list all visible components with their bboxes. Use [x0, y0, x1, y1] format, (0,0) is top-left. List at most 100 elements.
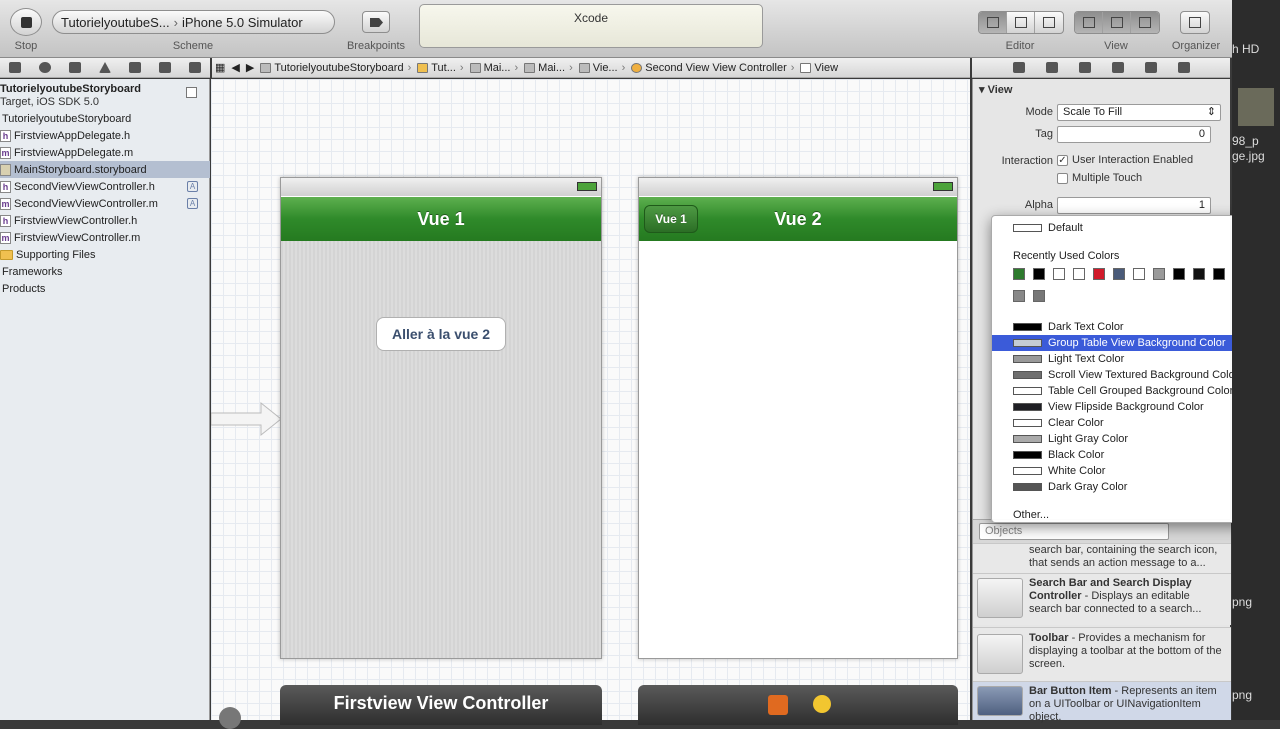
navigation-bar[interactable]: Vue 1	[281, 197, 601, 241]
jump-crumb[interactable]: Second View View Controller ›	[628, 62, 797, 74]
library-item[interactable]: Bar Button Item - Represents an item on …	[973, 681, 1231, 723]
related-files-icon[interactable]: ▦	[212, 61, 228, 74]
toggle-debug-button[interactable]	[1103, 12, 1131, 33]
file-row[interactable]: h FirstviewAppDelegate.h	[0, 127, 210, 144]
file-row[interactable]: h FirstviewViewController.h	[0, 212, 210, 229]
stop-button[interactable]	[10, 8, 42, 36]
image-file-icon[interactable]	[1238, 88, 1274, 126]
group-row[interactable]: Products	[0, 280, 210, 297]
file-row[interactable]: MainStoryboard.storyboard	[0, 161, 210, 178]
version-editor-button[interactable]	[1035, 12, 1063, 33]
scheme-popup[interactable]: TutorielyoutubeS... › iPhone 5.0 Simulat…	[52, 10, 335, 34]
file-row[interactable]: m FirstviewViewController.m	[0, 229, 210, 246]
first-responder-icon[interactable]	[768, 695, 788, 715]
file-row[interactable]: h SecondViewViewController.h A	[0, 178, 210, 195]
recent-color-swatch[interactable]	[1013, 268, 1025, 280]
jump-crumb[interactable]: TutorielyoutubeStoryboard ›	[257, 62, 414, 74]
breakpoints-button[interactable]	[362, 11, 390, 33]
storyboard-canvas[interactable]: Vue 1 Aller à la vue 2 Firstview View Co…	[211, 79, 970, 729]
assistant-editor-button[interactable]	[1007, 12, 1035, 33]
scene-second-view[interactable]: Vue 1 Vue 2	[638, 177, 958, 659]
log-navigator-icon[interactable]	[189, 62, 201, 73]
recent-color-swatch[interactable]	[1053, 268, 1065, 280]
mode-select[interactable]: Scale To Fill ⇕	[1057, 104, 1221, 121]
inspector-section-header[interactable]: ▾ View	[979, 83, 1012, 96]
back-arrow-icon[interactable]: ◀	[228, 61, 242, 74]
tag-field[interactable]: 0	[1057, 126, 1211, 143]
battery-icon	[577, 182, 597, 191]
file-name: SecondViewViewController.m	[14, 197, 158, 210]
recent-color-swatch[interactable]	[1173, 268, 1185, 280]
color-swatch	[1013, 403, 1042, 411]
attributes-inspector-icon[interactable]	[1111, 62, 1124, 73]
view-controller-icon[interactable]	[813, 695, 831, 713]
jump-crumb-label: View	[814, 61, 839, 74]
quick-help-icon[interactable]	[1045, 62, 1058, 73]
identity-inspector-icon[interactable]	[1078, 62, 1091, 73]
issue-navigator-icon[interactable]	[99, 62, 111, 73]
group-row[interactable]: TutorielyoutubeStoryboard	[0, 110, 210, 127]
recent-color-swatch[interactable]	[1073, 268, 1085, 280]
group-row[interactable]: Frameworks	[0, 263, 210, 280]
file-name: FirstviewViewController.m	[14, 231, 141, 244]
symbol-navigator-icon[interactable]	[39, 62, 51, 73]
alpha-field[interactable]: 1	[1057, 197, 1211, 214]
recent-color-swatch[interactable]	[1033, 290, 1045, 302]
breakpoint-navigator-icon[interactable]	[159, 62, 171, 73]
toggle-navigator-button[interactable]	[1075, 12, 1103, 33]
library-filter-select[interactable]: Objects	[979, 523, 1169, 540]
scene-first-view[interactable]: Vue 1 Aller à la vue 2	[280, 177, 602, 659]
library-item[interactable]: Toolbar - Provides a mechanism for displ…	[973, 627, 1231, 681]
jump-crumb[interactable]: Vie... ›	[576, 62, 629, 74]
search-navigator-icon[interactable]	[69, 62, 81, 73]
jump-crumb[interactable]: View	[797, 62, 841, 74]
navigation-bar[interactable]: Vue 1 Vue 2	[639, 197, 957, 241]
connections-inspector-icon[interactable]	[1177, 62, 1190, 73]
desktop-icon-label[interactable]: h HD	[1232, 42, 1259, 56]
desktop-icon-label[interactable]: 98_p	[1232, 134, 1259, 148]
user-interaction-checkbox[interactable]: ✓ User Interaction Enabled	[1057, 154, 1193, 166]
jump-crumb[interactable]: Mai... ›	[467, 62, 522, 74]
recent-color-swatch[interactable]	[1013, 290, 1025, 302]
scheme-label: Scheme	[172, 40, 214, 52]
jump-crumb[interactable]: Mai... ›	[521, 62, 576, 74]
zoom-control-icon[interactable]	[219, 707, 241, 729]
file-inspector-icon[interactable]	[1012, 62, 1025, 73]
jump-crumb[interactable]: Tut... ›	[414, 62, 466, 74]
recent-color-swatch[interactable]	[1033, 268, 1045, 280]
file-row[interactable]: m SecondViewViewController.m A	[0, 195, 210, 212]
size-inspector-icon[interactable]	[1144, 62, 1157, 73]
scene-view[interactable]: Aller à la vue 2	[281, 241, 601, 658]
library-item[interactable]: search bar, containing the search icon, …	[973, 543, 1231, 573]
recent-color-swatch[interactable]	[1093, 268, 1105, 280]
recent-color-swatch[interactable]	[1153, 268, 1165, 280]
desktop-icon-label[interactable]: ge.jpg	[1232, 149, 1265, 163]
multiple-touch-checkbox[interactable]: Multiple Touch	[1057, 172, 1142, 184]
scene-dock[interactable]	[638, 685, 958, 725]
color-swatch	[1013, 339, 1042, 347]
desktop-icon-label[interactable]: png	[1232, 595, 1252, 609]
go-to-view2-button[interactable]: Aller à la vue 2	[376, 317, 506, 351]
file-row[interactable]: m FirstviewAppDelegate.m	[0, 144, 210, 161]
scene-dock[interactable]: Firstview View Controller	[280, 685, 602, 725]
implementation-file-icon: m	[0, 231, 11, 244]
group-row[interactable]: Supporting Files	[0, 246, 210, 263]
recent-color-swatch[interactable]	[1133, 268, 1145, 280]
standard-editor-button[interactable]	[979, 12, 1007, 33]
desktop-icon-label[interactable]: png	[1232, 688, 1252, 702]
view-segmented-control[interactable]	[1074, 11, 1160, 34]
library-item[interactable]: Search Bar and Search Display Controller…	[973, 573, 1231, 625]
forward-arrow-icon[interactable]: ▶	[243, 61, 257, 74]
recent-color-swatch[interactable]	[1193, 268, 1205, 280]
debug-navigator-icon[interactable]	[129, 62, 141, 73]
editor-label: Editor	[1005, 40, 1035, 52]
organizer-button[interactable]	[1180, 11, 1210, 34]
toggle-utilities-button[interactable]	[1131, 12, 1159, 33]
recent-color-swatch[interactable]	[1213, 268, 1225, 280]
project-navigator-icon[interactable]	[9, 62, 21, 73]
nav-title: Vue 2	[774, 209, 822, 229]
project-icon	[260, 62, 272, 73]
recent-color-swatch[interactable]	[1113, 268, 1125, 280]
editor-segmented-control[interactable]	[978, 11, 1064, 34]
back-button[interactable]: Vue 1	[644, 205, 698, 233]
